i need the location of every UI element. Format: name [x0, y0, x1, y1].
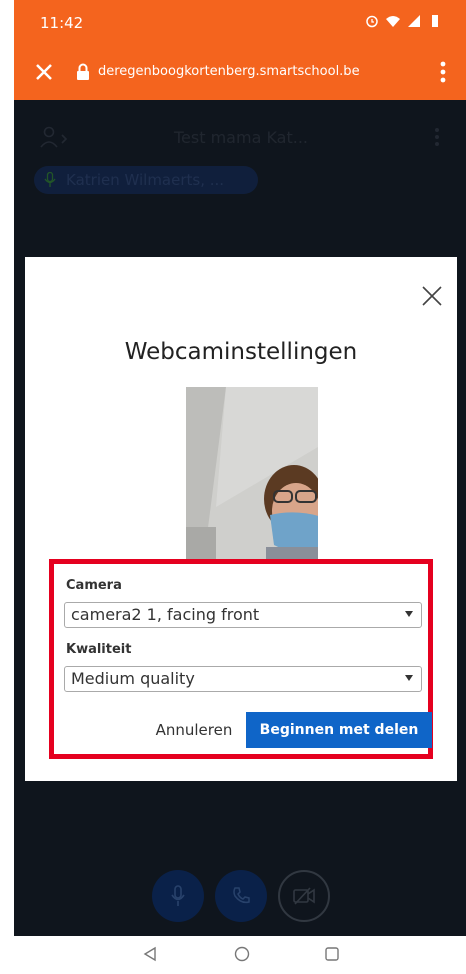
webcam-settings-dialog: Webcaminstellingen Camera camera2 1, fac… — [25, 257, 457, 781]
recent-apps-icon[interactable] — [324, 946, 340, 962]
settings-highlight: Camera camera2 1, facing front Kwaliteit… — [49, 559, 433, 759]
dropdown-arrow-icon — [405, 611, 413, 617]
battery-icon — [432, 15, 438, 27]
signal-icon — [408, 15, 420, 27]
close-icon[interactable] — [421, 285, 443, 307]
url-text[interactable]: deregenboogkortenberg.smartschool.be — [98, 64, 360, 79]
lock-icon — [77, 63, 89, 80]
quality-select[interactable]: Medium quality — [64, 666, 422, 692]
alarm-icon — [366, 15, 378, 28]
close-icon[interactable] — [32, 60, 56, 84]
camera-label: Camera — [66, 578, 122, 593]
system-nav-bar — [14, 936, 466, 974]
more-options-icon[interactable] — [440, 61, 446, 83]
status-icons — [365, 14, 442, 28]
webcam-preview — [186, 387, 318, 559]
dropdown-arrow-icon — [405, 675, 413, 681]
back-icon[interactable] — [142, 946, 158, 962]
start-sharing-button[interactable]: Beginnen met delen — [246, 712, 432, 748]
status-bar: 11:42 — [14, 0, 466, 46]
phone-screen: 11:42 deregenboogkortenberg.smartschool.… — [14, 0, 466, 974]
dialog-title: Webcaminstellingen — [124, 339, 358, 365]
wifi-icon — [386, 16, 400, 27]
home-icon[interactable] — [234, 946, 250, 962]
camera-select[interactable]: camera2 1, facing front — [64, 602, 422, 628]
browser-toolbar: deregenboogkortenberg.smartschool.be — [14, 46, 466, 100]
quality-label: Kwaliteit — [66, 642, 132, 657]
cancel-button[interactable]: Annuleren — [144, 712, 244, 748]
quality-select-value: Medium quality — [71, 669, 195, 688]
status-time: 11:42 — [40, 14, 84, 32]
camera-select-value: camera2 1, facing front — [71, 605, 260, 624]
